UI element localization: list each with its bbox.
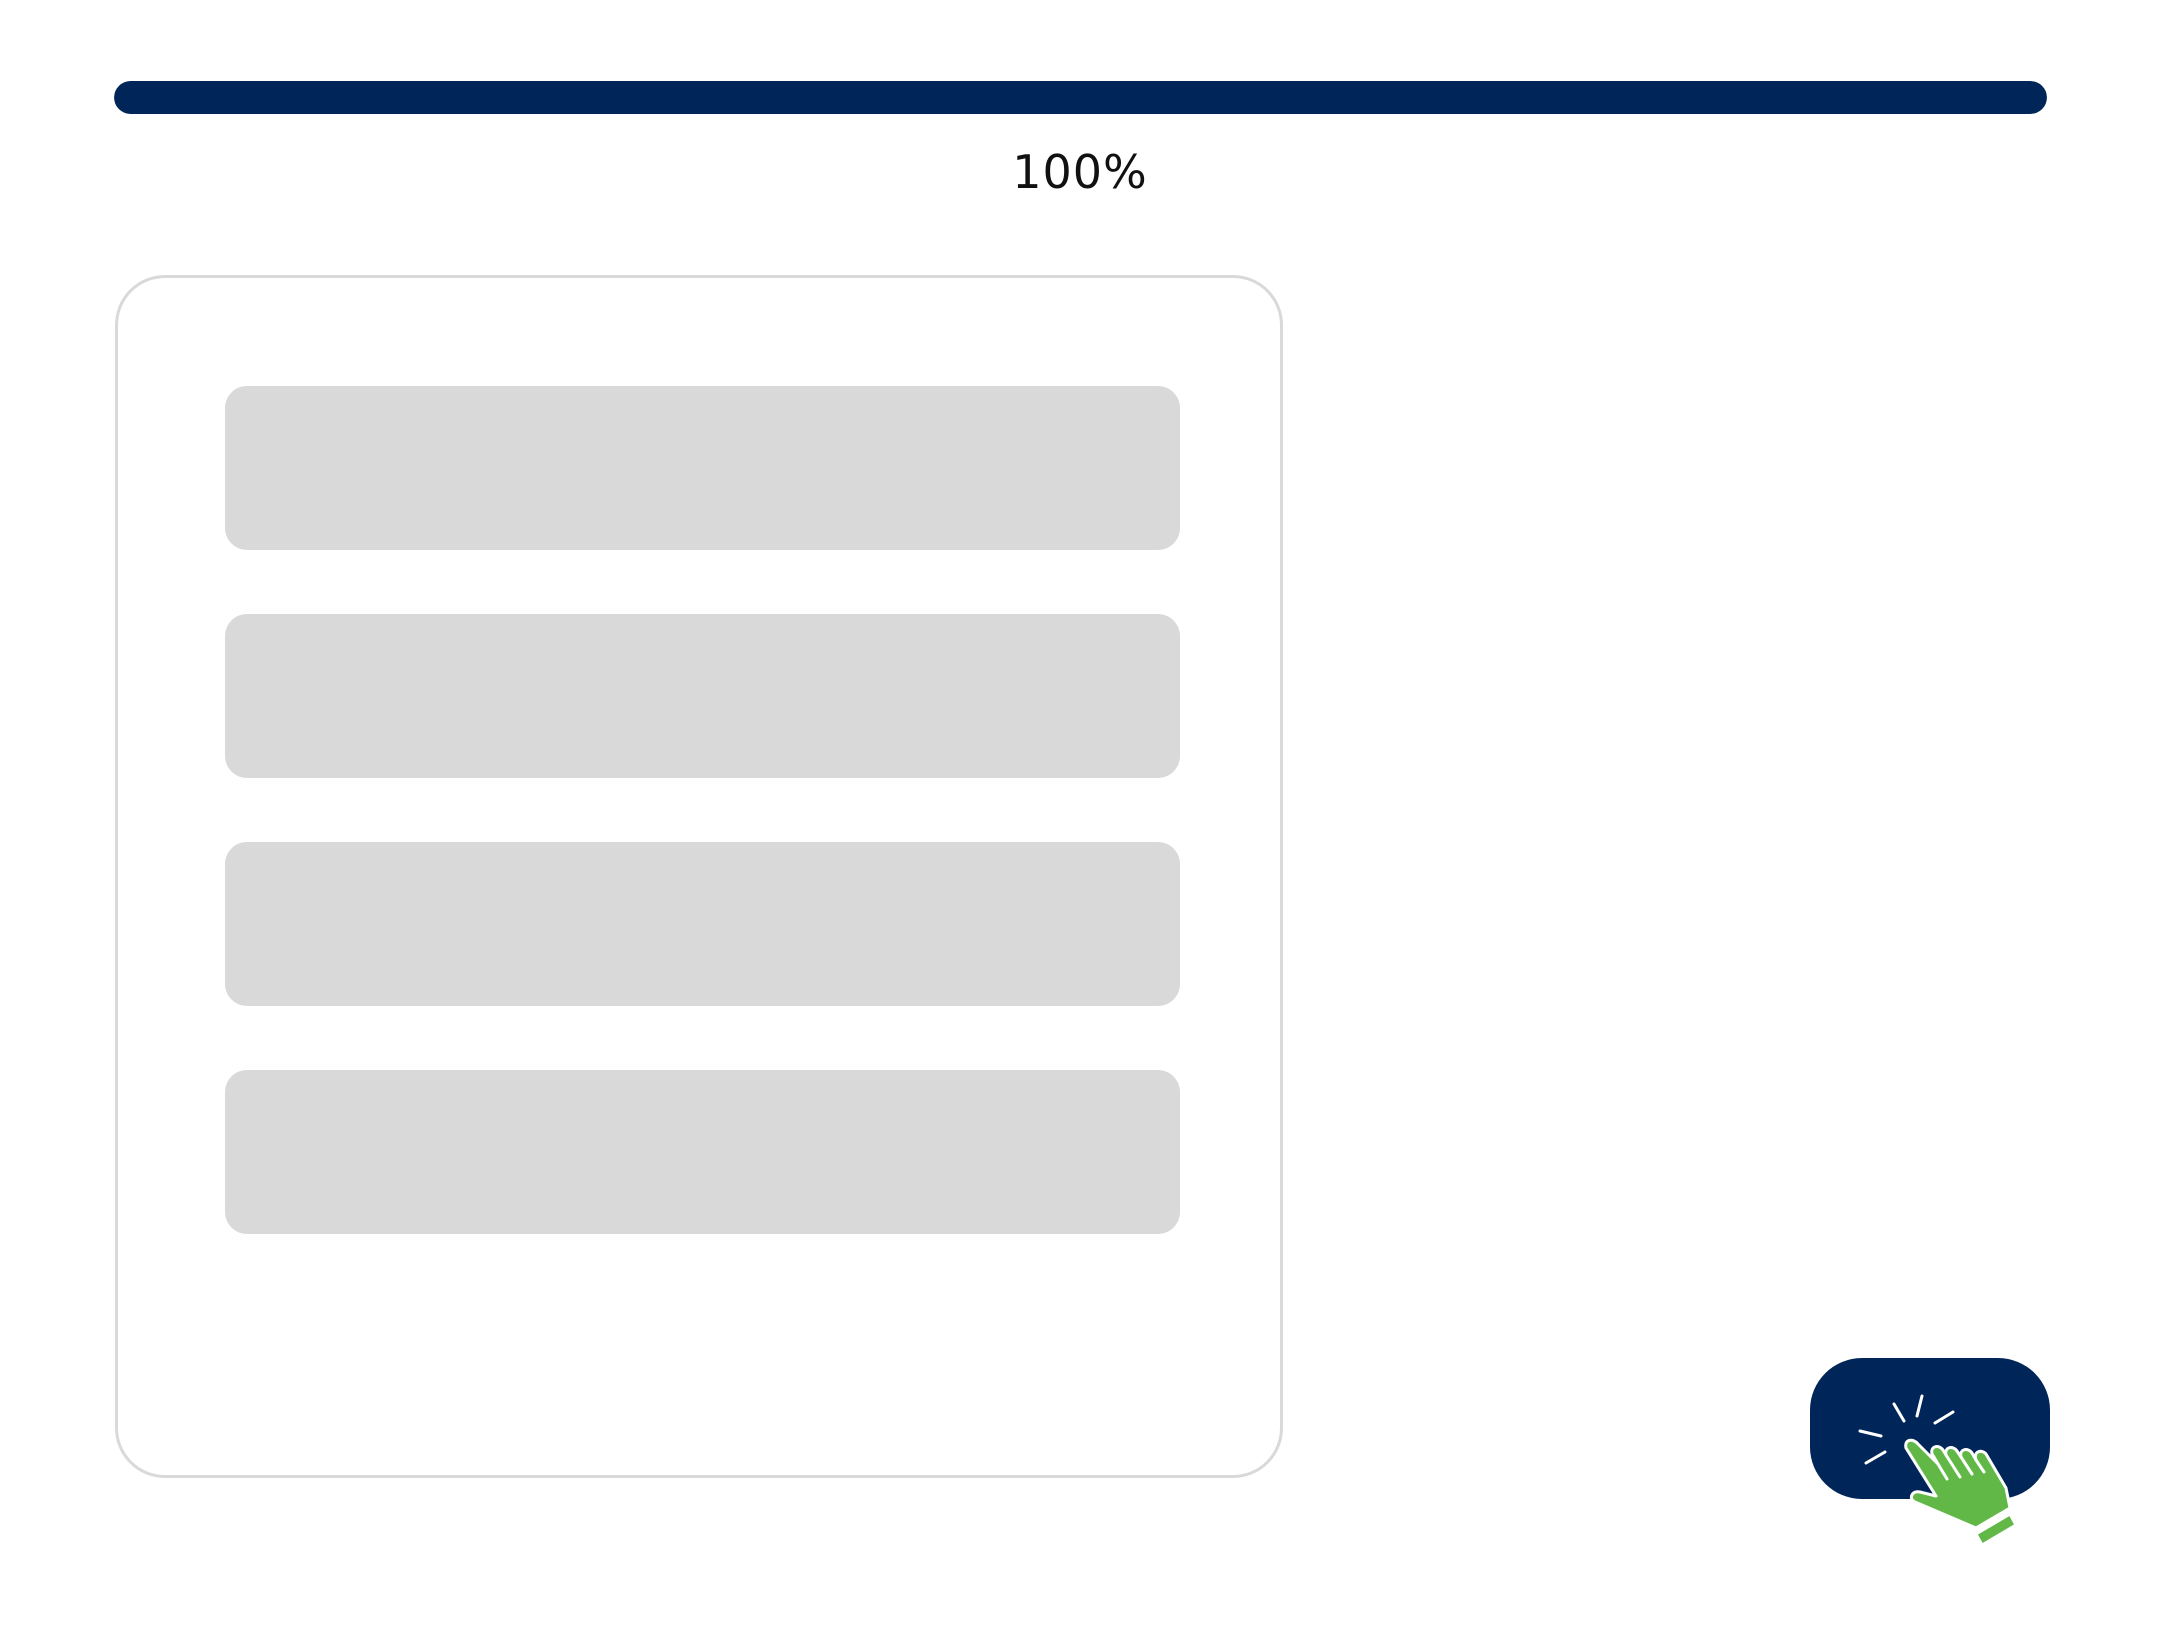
- answer-option-3[interactable]: [225, 842, 1180, 1006]
- answer-option-4[interactable]: [225, 1070, 1180, 1234]
- options-card: [115, 275, 1283, 1478]
- answer-option-1[interactable]: [225, 386, 1180, 550]
- progress-percentage: 100%: [1012, 145, 1148, 199]
- progress-fill: [114, 81, 2047, 114]
- tap-hand-icon[interactable]: [1850, 1388, 2030, 1558]
- answer-option-2[interactable]: [225, 614, 1180, 778]
- progress-bar: [114, 81, 2047, 114]
